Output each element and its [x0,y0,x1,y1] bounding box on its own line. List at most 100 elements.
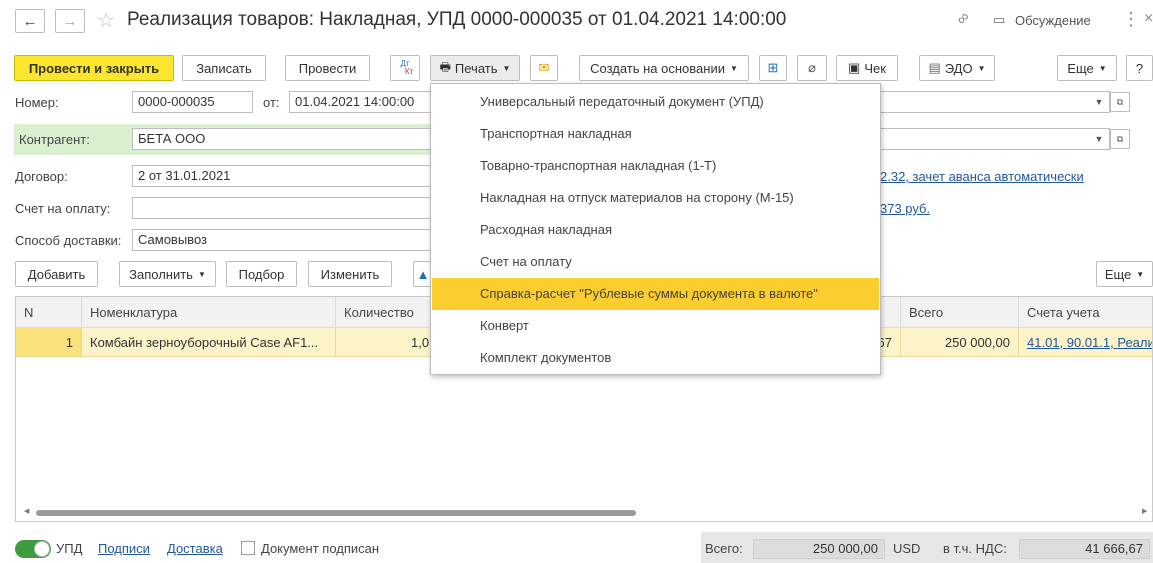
fill-label: Заполнить [129,266,193,282]
discussion-icon: ▭ [993,12,1006,27]
print-menu: Универсальный передаточный документ (УПД… [430,83,881,375]
add-button[interactable]: Добавить [15,261,98,287]
vat-value: 41 666,67 [1019,539,1150,559]
edo-label: ЭДО [944,60,973,76]
discussion-button[interactable]: Обсуждение [1015,13,1091,28]
help-button[interactable]: ? [1126,55,1153,81]
delivery-label: Способ доставки: [15,233,122,248]
more-vert-icon[interactable]: ⋮ [1122,9,1140,30]
header-item[interactable]: Номенклатура [82,297,336,328]
link-icon[interactable]: ∞ [953,9,974,30]
arrow-right-icon: → [62,12,78,30]
page-title: Реализация товаров: Накладная, УПД 0000-… [127,9,787,30]
date-label: от: [263,95,280,110]
arrow-up-icon: ▲ [416,266,430,282]
delivery-link[interactable]: Доставка [167,541,223,556]
dropdown-arrow-icon[interactable]: ▼ [1089,129,1109,149]
menu-item-m15[interactable]: Накладная на отпуск материалов на сторон… [432,182,879,214]
accounts-link[interactable]: 41.01, 90.01.1, Реали [1027,335,1152,350]
dropdown-arrow-icon: ▼ [729,63,738,73]
dropdown-arrow-icon[interactable]: ▼ [1089,92,1109,112]
check-button[interactable]: ▣ Чек [836,55,898,81]
signatures-link[interactable]: Подписи [98,541,150,556]
organization-field[interactable] [880,91,1110,113]
invoice-field[interactable] [132,197,432,219]
dropdown-arrow-icon: ▼ [502,63,511,73]
close-icon[interactable]: × [1144,10,1153,28]
menu-item-document-set[interactable]: Комплект документов [432,342,879,374]
number-label: Номер: [15,95,59,110]
currency-label: USD [893,541,921,556]
more-label: Еще [1067,60,1094,76]
scroll-right-icon[interactable]: ▶ [1142,507,1147,515]
dt-kt-button[interactable]: Дт Кт [390,55,420,81]
menu-item-currency-reference[interactable]: Справка-расчет "Рублевые суммы документа… [432,278,879,310]
structure-button[interactable]: ⊞ [759,55,787,81]
delivery-field[interactable]: Самовывоз [132,229,432,251]
invoice-amount-link[interactable]: 373 руб. [880,201,930,216]
kt-label: Кт [404,67,414,76]
invoice-label: Счет на оплату: [15,201,111,216]
printer-icon: 🖶 [439,59,451,74]
total-value: 250 000,00 [753,539,885,559]
table-more-label: Еще [1104,266,1132,282]
forward-button[interactable]: → [55,9,85,33]
print-button[interactable]: 🖶 Печать ▼ [430,55,520,81]
hierarchy-icon: ⊞ [767,60,779,75]
menu-item-ttn[interactable]: Товарно-транспортная накладная (1-Т) [432,150,879,182]
post-button[interactable]: Провести [285,55,370,81]
cell-item[interactable]: Комбайн зерноуборочный Case AF1... [82,328,336,357]
favorite-star-icon[interactable]: ☆ [97,8,115,33]
cell-n[interactable]: 1 [16,328,82,357]
dropdown-arrow-icon: ▼ [1098,63,1107,73]
save-button[interactable]: Записать [182,55,266,81]
email-button[interactable]: ✉ [530,55,558,81]
dropdown-arrow-icon: ▼ [197,269,206,279]
more-button[interactable]: Еще ▼ [1057,55,1117,81]
counterparty-field[interactable]: БЕТА ООО [132,128,432,150]
scroll-left-icon[interactable]: ◀ [24,507,29,515]
header-total[interactable]: Всего [901,297,1019,328]
counterparty-extra-field[interactable] [880,128,1110,150]
back-button[interactable]: ← [15,9,45,33]
menu-item-transport-waybill[interactable]: Транспортная накладная [432,118,879,150]
edit-button[interactable]: Изменить [308,261,392,287]
date-field[interactable]: 01.04.2021 14:00:00 [289,91,431,113]
contract-field[interactable]: 2 от 31.01.2021 [132,165,432,187]
horizontal-scrollbar[interactable] [36,510,636,516]
signed-label: Документ подписан [261,541,380,556]
menu-item-envelope[interactable]: Конверт [432,310,879,342]
edo-button[interactable]: ▤ ЭДО ▼ [919,55,995,81]
print-label: Печать [454,60,498,76]
cell-total[interactable]: 250 000,00 [901,328,1019,357]
check-label: Чек [864,60,886,76]
envelope-icon: ✉ [538,60,550,75]
open-icon[interactable]: ⧉ [1110,129,1130,149]
post-and-close-button[interactable]: Провести и закрыть [14,55,174,81]
upd-toggle[interactable] [15,540,51,558]
attach-button[interactable]: ⌀ [797,55,827,81]
create-based-label: Создать на основании [590,60,725,76]
contract-settlement-link[interactable]: 2.32, зачет аванса автоматически [880,169,1084,184]
upd-toggle-label: УПД [56,541,83,556]
menu-item-invoice[interactable]: Счет на оплату [432,246,879,278]
edo-icon: ▤ [928,60,941,75]
vat-label: в т.ч. НДС: [943,541,1007,556]
header-accounts[interactable]: Счета учета [1019,297,1152,328]
cash-register-icon: ▣ [848,60,861,75]
cell-accounts[interactable]: 41.01, 90.01.1, Реали [1019,328,1152,357]
signed-checkbox[interactable] [241,541,255,555]
dropdown-arrow-icon: ▼ [1136,269,1145,279]
table-more-button[interactable]: Еще ▼ [1096,261,1153,287]
header-n[interactable]: N [16,297,82,328]
counterparty-label: Контрагент: [19,132,90,147]
open-icon[interactable]: ⧉ [1110,92,1130,112]
menu-item-upd[interactable]: Универсальный передаточный документ (УПД… [432,86,879,118]
number-field[interactable]: 0000-000035 [132,91,253,113]
create-based-button[interactable]: Создать на основании ▼ [579,55,749,81]
paperclip-icon: ⌀ [808,60,816,75]
menu-item-expense-waybill[interactable]: Расходная накладная [432,214,879,246]
fill-button[interactable]: Заполнить ▼ [119,261,216,287]
contract-label: Договор: [15,169,68,184]
pick-button[interactable]: Подбор [226,261,297,287]
